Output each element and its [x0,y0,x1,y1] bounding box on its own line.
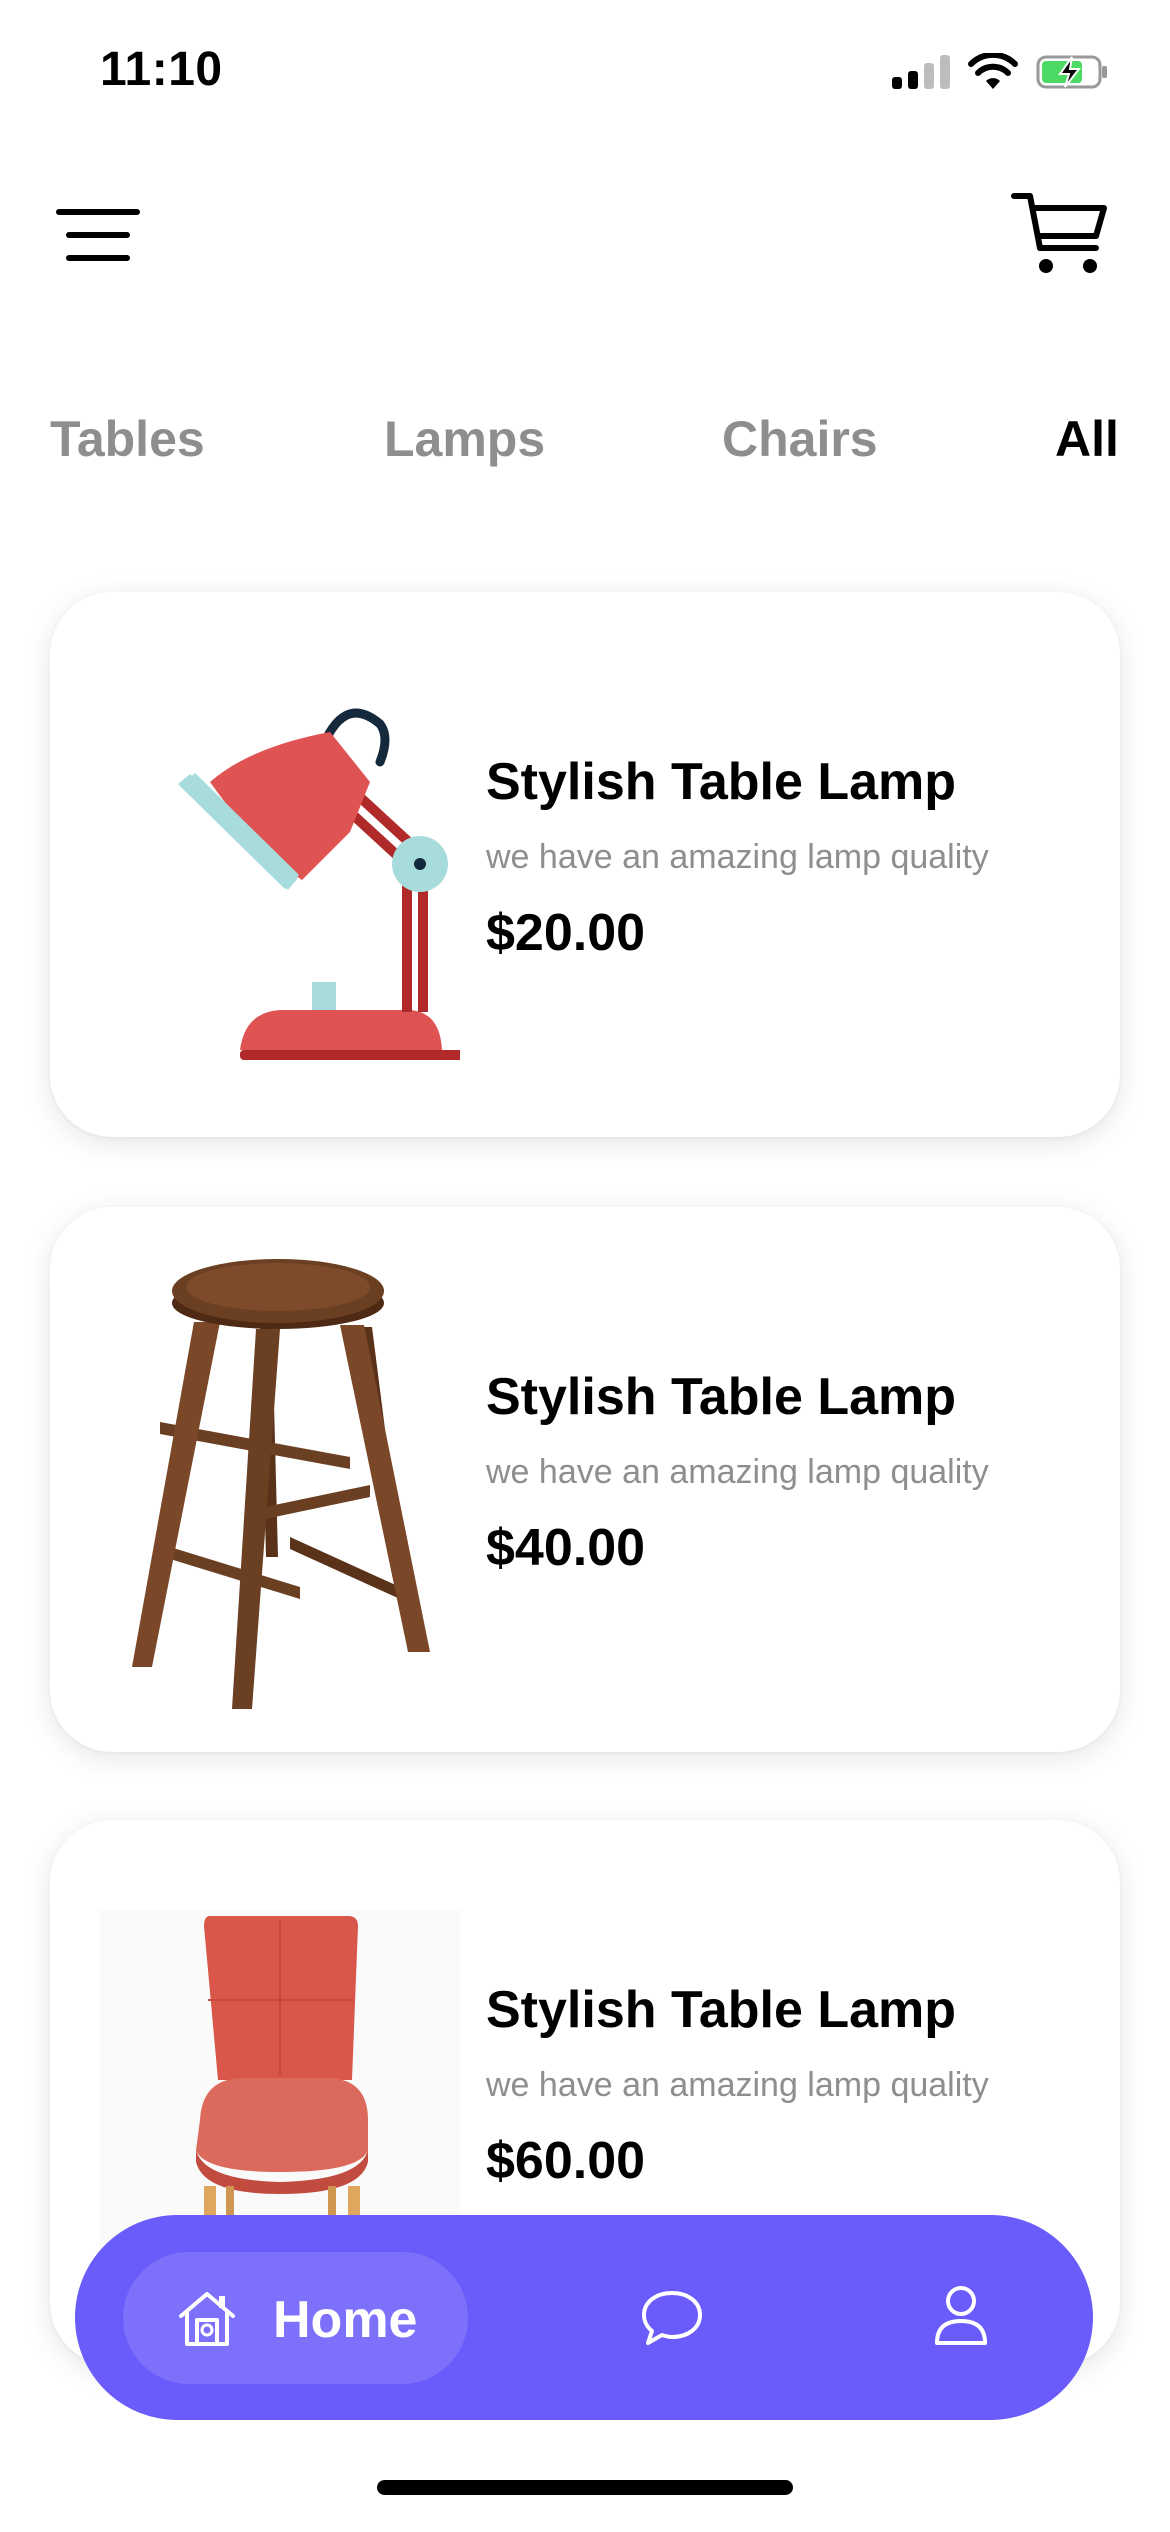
nav-home-label: Home [273,2291,418,2349]
menu-line [66,255,130,261]
shopping-cart-icon [1011,193,1107,273]
chat-bubble-icon[interactable] [640,2285,704,2349]
product-price: $20.00 [486,904,646,962]
tab-tables[interactable]: Tables [50,410,205,468]
wifi-icon [968,53,1018,89]
tab-all[interactable]: All [1055,410,1119,468]
menu-line [66,232,130,238]
cellular-signal-icon [892,55,950,89]
home-indicator[interactable] [377,2480,793,2495]
user-profile-icon[interactable] [933,2283,989,2347]
cart-button[interactable] [1010,190,1110,280]
product-card[interactable]: Stylish Table Lamp we have an amazing la… [50,592,1120,1137]
product-description: we have an amazing lamp quality [486,2066,989,2104]
nav-home-button[interactable]: Home [123,2252,468,2384]
product-price: $40.00 [486,1519,646,1577]
status-bar: 11:10 [0,0,1170,150]
product-info: Stylish Table Lamp we have an amazing la… [486,1980,1106,2191]
tab-chairs[interactable]: Chairs [722,410,878,468]
menu-button[interactable] [56,205,142,265]
status-time: 11:10 [100,43,223,96]
tab-lamps[interactable]: Lamps [384,410,545,468]
product-title: Stylish Table Lamp [486,753,957,811]
category-tabs: Tables Lamps Chairs All [0,410,1170,480]
product-info: Stylish Table Lamp we have an amazing la… [486,752,1106,963]
menu-line [56,209,140,215]
product-description: we have an amazing lamp quality [486,1453,989,1491]
product-description: we have an amazing lamp quality [486,838,989,876]
product-info: Stylish Table Lamp we have an amazing la… [486,1367,1106,1578]
desk-lamp-image [178,708,460,1060]
product-title: Stylish Table Lamp [486,1368,957,1426]
bottom-navigation: Home [75,2215,1093,2420]
product-price: $60.00 [486,2132,646,2190]
battery-charging-icon [1036,55,1107,89]
wooden-stool-image [132,1259,430,1709]
home-icon [179,2292,235,2346]
product-card[interactable]: Stylish Table Lamp we have an amazing la… [50,1207,1120,1752]
product-title: Stylish Table Lamp [486,1981,957,2039]
status-icons [892,50,1110,94]
